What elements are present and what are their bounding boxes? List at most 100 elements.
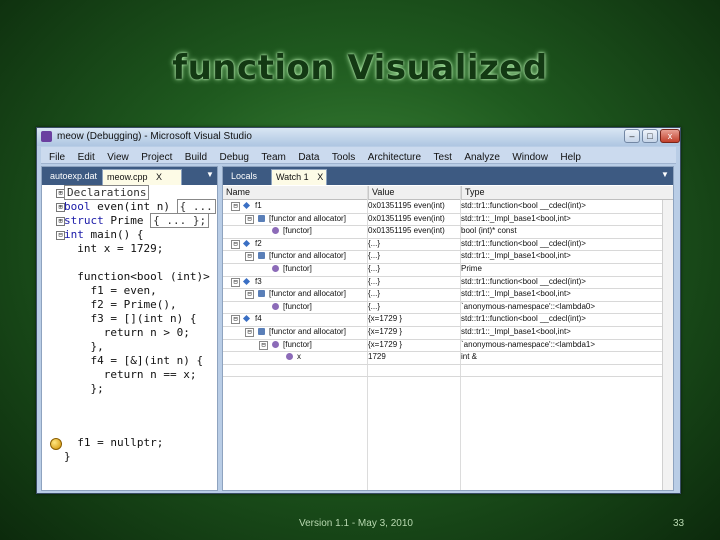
menu-window[interactable]: Window bbox=[512, 150, 548, 166]
expand-collapse-icon[interactable]: ⊟ bbox=[245, 214, 254, 224]
watch-row[interactable]: [functor] 0x01351195 even(int) bool (int)*… bbox=[223, 225, 673, 239]
watch-row[interactable]: x 1729 int & bbox=[223, 351, 673, 365]
variable-icon bbox=[242, 277, 251, 285]
field-icon bbox=[286, 353, 293, 361]
watch-row[interactable]: ⊟ [functor and allocator] {...} std::tr1::_… bbox=[223, 288, 673, 302]
watch-row[interactable]: ⊟ [functor and allocator] {x=1729 } std::tr… bbox=[223, 326, 673, 340]
watch-name-cell: x bbox=[223, 351, 365, 363]
watch-type: std::tr1::function<bool __cdecl(int)> bbox=[461, 201, 586, 210]
code-line-even: bool even(int n) { ... bbox=[64, 199, 216, 214]
close-tab-icon[interactable]: X bbox=[317, 172, 323, 182]
collapsed-region[interactable]: { ... bbox=[176, 199, 216, 214]
watch-value[interactable]: {...} bbox=[368, 250, 456, 262]
code-line: f1 = even, bbox=[64, 284, 157, 297]
code-line: int x = 1729; bbox=[64, 242, 164, 255]
minimize-button[interactable]: – bbox=[624, 129, 640, 143]
collapsed-region[interactable]: Declarations bbox=[64, 185, 150, 200]
tab-meow-cpp[interactable]: meow.cpp X bbox=[102, 169, 182, 185]
expand-collapse-icon[interactable]: ⊟ bbox=[259, 340, 268, 350]
menu-analyze[interactable]: Analyze bbox=[464, 150, 500, 166]
maximize-button[interactable]: □ bbox=[642, 129, 658, 143]
visual-studio-icon bbox=[41, 131, 52, 142]
expand-collapse-icon[interactable]: ⊟ bbox=[245, 328, 254, 337]
watch-value[interactable]: {...} bbox=[368, 276, 456, 288]
watch-name: [functor and allocator] bbox=[269, 289, 346, 299]
watch-row[interactable]: ⊟ f1 0x01351195 even(int) std::tr1::functio… bbox=[223, 200, 673, 214]
tab-autoexp-dat[interactable]: autoexp.dat bbox=[46, 169, 101, 185]
watch-value[interactable]: {x=1729 } bbox=[368, 313, 456, 325]
menu-data[interactable]: Data bbox=[298, 150, 319, 166]
expand-collapse-icon[interactable]: ⊟ bbox=[245, 252, 254, 262]
slide-page-number: 33 bbox=[673, 518, 685, 529]
watch-tabstrip: Locals Watch 1 X ▼ bbox=[223, 167, 673, 185]
chevron-down-icon[interactable]: ▼ bbox=[206, 170, 214, 179]
member-icon bbox=[258, 328, 265, 335]
code-line: }, bbox=[64, 340, 104, 353]
watch-value[interactable]: {...} bbox=[368, 263, 456, 275]
watch-value[interactable]: {...} bbox=[368, 238, 456, 250]
watch-row[interactable]: ⊟ f3 {...} std::tr1::function<bool __cdecl(… bbox=[223, 276, 673, 290]
menu-tools[interactable]: Tools bbox=[332, 150, 355, 166]
watch-name: f4 bbox=[255, 314, 262, 324]
watch-value[interactable]: 0x01351195 even(int) bbox=[368, 200, 456, 212]
menu-edit[interactable]: Edit bbox=[78, 150, 95, 166]
chevron-down-icon[interactable]: ▼ bbox=[661, 170, 669, 179]
watch-value[interactable]: 1729 bbox=[368, 351, 456, 363]
expand-collapse-icon[interactable]: ⊟ bbox=[231, 277, 240, 287]
close-tab-icon[interactable]: X bbox=[156, 172, 162, 182]
watch-row[interactable]: ⊟ f2 {...} std::tr1::function<bool __cdecl(… bbox=[223, 238, 673, 252]
tab-locals[interactable]: Locals bbox=[227, 169, 261, 185]
column-header-value[interactable]: Value bbox=[368, 186, 461, 199]
menu-debug[interactable]: Debug bbox=[220, 150, 249, 166]
menu-view[interactable]: View bbox=[107, 150, 129, 166]
watch-value[interactable] bbox=[368, 364, 456, 376]
expand-collapse-icon[interactable]: ⊟ bbox=[231, 202, 240, 211]
watch-value[interactable]: {x=1729 } bbox=[368, 339, 456, 351]
code-area[interactable]: ⊞ Declarations ⊞ bool even(int n) { ... … bbox=[42, 185, 217, 490]
expand-collapse-icon[interactable]: ⊟ bbox=[231, 315, 240, 325]
close-window-button[interactable]: x bbox=[660, 129, 680, 143]
tab-watch-1[interactable]: Watch 1 X bbox=[271, 169, 327, 185]
watch-name: x bbox=[297, 352, 301, 362]
menu-test[interactable]: Test bbox=[434, 150, 452, 166]
window-titlebar[interactable]: meow (Debugging) - Microsoft Visual Stud… bbox=[37, 128, 680, 146]
variable-icon bbox=[242, 201, 251, 210]
watch-value[interactable]: 0x01351195 even(int) bbox=[368, 225, 456, 237]
watch-value[interactable]: 0x01351195 even(int) bbox=[368, 213, 456, 225]
watch-row[interactable]: ⊟ f4 {x=1729 } std::tr1::function<bool __cd… bbox=[223, 313, 673, 327]
code-text: main() { bbox=[83, 228, 144, 241]
code-line-main: int main() { bbox=[64, 229, 143, 241]
expand-collapse-icon[interactable]: ⊟ bbox=[231, 239, 240, 249]
column-header-type[interactable]: Type bbox=[461, 186, 663, 199]
watch-row[interactable]: ⊟ [functor] {x=1729 } `anonymous-namespace'… bbox=[223, 339, 673, 353]
menu-build[interactable]: Build bbox=[185, 150, 207, 166]
watch-row[interactable]: [functor] {...} Prime bbox=[223, 263, 673, 277]
member-icon bbox=[258, 252, 265, 260]
watch-column-header: Name Value Type bbox=[223, 186, 673, 200]
watch-row[interactable] bbox=[223, 364, 673, 378]
code-line: f2 = Prime(), bbox=[64, 298, 177, 311]
watch-value[interactable]: {...} bbox=[368, 301, 456, 313]
column-header-name[interactable]: Name bbox=[223, 186, 368, 199]
watch-name: f3 bbox=[255, 276, 262, 286]
watch-name: [functor] bbox=[283, 264, 312, 273]
expand-collapse-icon[interactable]: ⊟ bbox=[245, 290, 254, 300]
watch-row[interactable]: ⊟ [functor and allocator] {...} std::tr1::_… bbox=[223, 250, 673, 264]
watch-row[interactable]: ⊟ [functor and allocator] 0x01351195 even(… bbox=[223, 213, 673, 227]
watch-name: [functor] bbox=[283, 226, 312, 236]
menu-file[interactable]: File bbox=[49, 150, 65, 166]
menu-help[interactable]: Help bbox=[560, 150, 581, 166]
watch-type: `anonymous-namespace'::<lambda0> bbox=[461, 301, 596, 311]
watch-type: `anonymous-namespace'::<lambda1> bbox=[461, 339, 596, 349]
watch-row[interactable]: [functor] {...} `anonymous-namespace'::<la… bbox=[223, 301, 673, 315]
watch-name: [functor] bbox=[283, 301, 312, 311]
menu-team[interactable]: Team bbox=[261, 150, 285, 166]
watch-value[interactable]: {...} bbox=[368, 288, 456, 300]
collapsed-region[interactable]: { ... }; bbox=[150, 213, 210, 228]
menu-project[interactable]: Project bbox=[141, 150, 172, 166]
menu-architecture[interactable]: Architecture bbox=[368, 150, 421, 166]
vertical-scrollbar[interactable] bbox=[662, 200, 673, 490]
keyword: struct bbox=[64, 214, 104, 227]
watch-value[interactable]: {x=1729 } bbox=[368, 326, 456, 338]
code-line: }; bbox=[64, 382, 104, 395]
